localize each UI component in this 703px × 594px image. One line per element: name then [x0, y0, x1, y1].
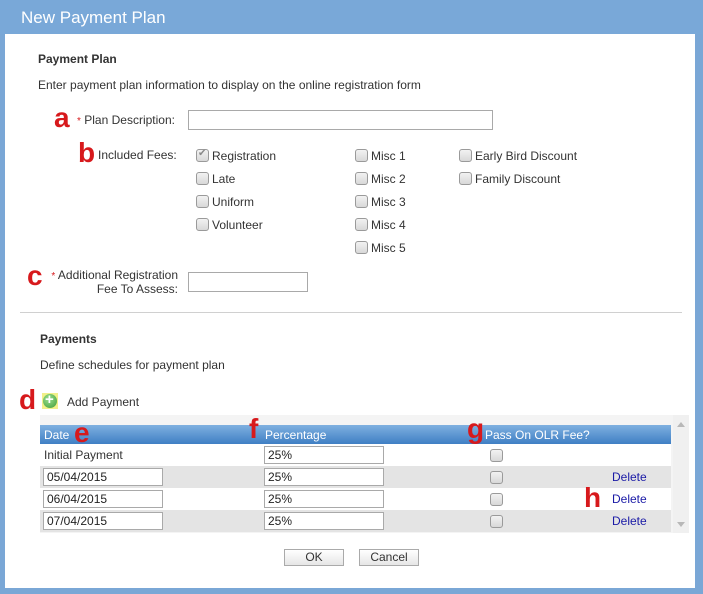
fee-option-label: Registration [212, 149, 277, 163]
payments-grid: Date Percentage Pass On OLR Fee? Initial… [40, 415, 689, 533]
annotation-marker-h: h [584, 482, 602, 513]
section-divider [20, 312, 682, 313]
add-payment-button[interactable]: Add Payment [42, 391, 162, 410]
included-fees-label: Included Fees: [98, 148, 177, 162]
payment-row: Delete [40, 510, 671, 532]
fee-checkbox[interactable] [355, 218, 368, 231]
fee-checkbox[interactable] [355, 149, 368, 162]
fee-option-label: Early Bird Discount [475, 149, 578, 163]
scroll-down-arrow-icon[interactable] [677, 522, 685, 527]
delete-payment-link[interactable]: Delete [612, 514, 647, 528]
payment-row: Initial Payment [40, 444, 671, 466]
column-header-pass-on-olr-fee: Pass On OLR Fee? [485, 428, 590, 442]
annotation-marker-e: e [74, 417, 90, 448]
fee-option-label: Family Discount [475, 172, 561, 186]
payment-date-input[interactable] [43, 490, 163, 508]
fee-option-label: Misc 2 [371, 172, 406, 186]
fee-checkbox[interactable] [196, 148, 209, 162]
additional-fee-label: * Additional Registration Fee To Assess: [46, 268, 178, 296]
payment-percentage-input[interactable] [264, 512, 384, 530]
payment-percentage-input[interactable] [264, 446, 384, 464]
fee-checkbox[interactable] [196, 195, 209, 208]
payment-plan-description: Enter payment plan information to displa… [38, 78, 421, 92]
fee-option-label: Misc 5 [371, 241, 406, 255]
grid-scrollbar[interactable] [673, 415, 689, 533]
additional-fee-input[interactable] [188, 272, 308, 292]
fee-option-label: Misc 3 [371, 195, 406, 209]
ok-button[interactable]: OK [284, 549, 344, 566]
annotation-marker-a: a [54, 102, 70, 133]
payment-percentage-input[interactable] [264, 468, 384, 486]
delete-payment-link[interactable]: Delete [612, 492, 647, 506]
fee-checkbox[interactable] [459, 149, 472, 162]
dialog-title: New Payment Plan [21, 8, 166, 27]
pass-on-olr-fee-checkbox[interactable] [490, 449, 503, 462]
fee-checkbox[interactable] [355, 195, 368, 208]
additional-fee-label-line2: Fee To Assess: [96, 282, 178, 296]
grid-header: Date Percentage Pass On OLR Fee? [40, 425, 671, 444]
add-circle-icon [42, 391, 58, 409]
scroll-up-arrow-icon[interactable] [677, 422, 685, 427]
delete-payment-link[interactable]: Delete [612, 470, 647, 484]
payment-row: Delete [40, 466, 671, 488]
dialog-body: Payment Plan Enter payment plan informat… [5, 34, 695, 588]
payments-heading: Payments [40, 332, 97, 346]
payment-date-input[interactable] [43, 468, 163, 486]
payment-date-text: Initial Payment [44, 448, 123, 462]
dialog-titlebar[interactable]: New Payment Plan [0, 0, 703, 34]
fee-option-label: Late [212, 172, 236, 186]
pass-on-olr-fee-checkbox[interactable] [490, 493, 503, 506]
column-header-percentage: Percentage [265, 428, 327, 442]
plan-description-input[interactable] [188, 110, 493, 130]
fee-checkbox[interactable] [196, 218, 209, 231]
annotation-marker-f: f [249, 413, 259, 444]
additional-fee-label-line1: Additional Registration [57, 268, 178, 282]
fee-checkbox[interactable] [459, 172, 472, 185]
annotation-marker-b: b [78, 137, 96, 168]
plan-description-label-text: Plan Description: [84, 113, 175, 127]
annotation-marker-c: c [27, 260, 43, 291]
payments-description: Define schedules for payment plan [40, 358, 225, 372]
annotation-marker-d: d [19, 384, 37, 415]
add-payment-label: Add Payment [67, 395, 140, 409]
required-asterisk: * [51, 271, 56, 282]
fee-checkbox[interactable] [355, 241, 368, 254]
column-header-date: Date [44, 428, 70, 442]
payment-percentage-input[interactable] [264, 490, 384, 508]
payment-plan-heading: Payment Plan [38, 52, 117, 66]
required-asterisk: * [77, 116, 81, 127]
payment-row: Delete [40, 488, 671, 510]
pass-on-olr-fee-checkbox[interactable] [490, 471, 503, 484]
fee-option-label: Misc 4 [371, 218, 406, 232]
plan-description-label: * Plan Description: [77, 113, 175, 127]
cancel-button[interactable]: Cancel [359, 549, 419, 566]
fee-option-label: Misc 1 [371, 149, 406, 163]
payment-date-input[interactable] [43, 512, 163, 530]
fee-checkbox[interactable] [355, 172, 368, 185]
annotation-marker-g: g [467, 413, 485, 444]
fee-checkbox[interactable] [196, 172, 209, 185]
fee-option-label: Volunteer [212, 218, 263, 232]
pass-on-olr-fee-checkbox[interactable] [490, 515, 503, 528]
fee-option-label: Uniform [212, 195, 255, 209]
